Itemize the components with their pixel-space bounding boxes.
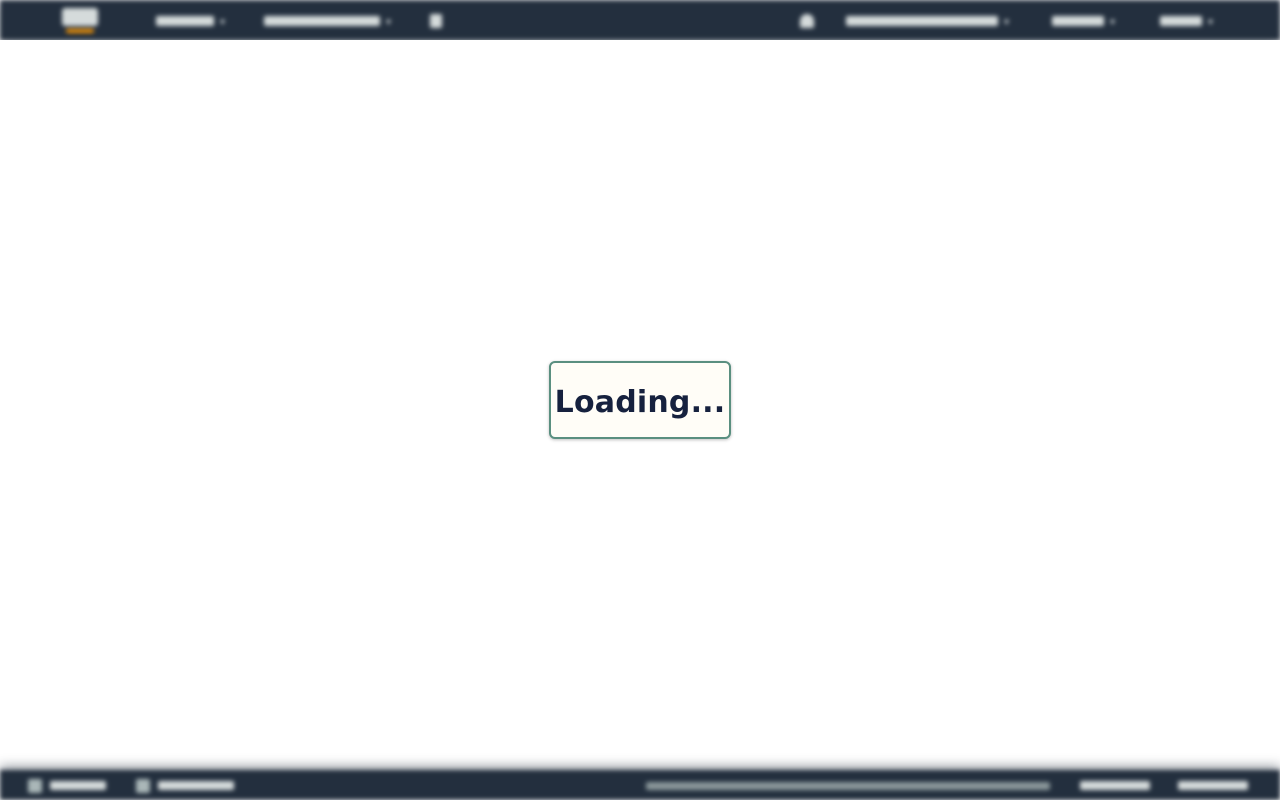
feedback-link[interactable] (28, 778, 118, 793)
account-label-placeholder (846, 16, 998, 27)
language-label-placeholder (158, 781, 234, 791)
services-label-placeholder (156, 16, 214, 27)
loading-text: Loading... (554, 384, 726, 420)
region-menu[interactable]: ▾ (1052, 12, 1122, 28)
resource-groups-menu[interactable]: ▾ (264, 12, 404, 28)
chevron-down-icon: ▾ (1110, 17, 1116, 28)
support-menu[interactable]: ▾ (1160, 12, 1220, 28)
feedback-label-placeholder (50, 781, 106, 791)
pin-shape (430, 14, 442, 29)
copyright-text (646, 778, 1056, 792)
brand-logo-icon[interactable] (60, 6, 102, 34)
feedback-icon (28, 778, 42, 793)
chevron-down-icon: ▾ (220, 17, 226, 28)
resource-groups-label-placeholder (264, 16, 380, 27)
loading-indicator: Loading... (549, 361, 731, 439)
chevron-down-icon: ▾ (1004, 17, 1010, 28)
globe-icon (136, 778, 150, 793)
support-label-placeholder (1160, 16, 1202, 27)
logo-smile (66, 29, 94, 33)
terms-of-use-link[interactable] (1178, 778, 1250, 792)
chevron-down-icon: ▾ (1208, 17, 1214, 28)
privacy-policy-link[interactable] (1080, 778, 1152, 792)
account-menu[interactable]: ▾ (846, 12, 1016, 28)
chevron-down-icon: ▾ (386, 17, 392, 28)
region-label-placeholder (1052, 16, 1104, 27)
terms-label-placeholder (1178, 781, 1248, 791)
bell-shape (800, 14, 814, 29)
language-selector[interactable] (136, 778, 246, 793)
top-navigation-bar: ▾ ▾ ▾ ▾ ▾ (0, 0, 1280, 40)
logo-mark (62, 8, 98, 26)
bell-icon[interactable] (800, 12, 818, 29)
copyright-placeholder (646, 781, 1050, 790)
privacy-label-placeholder (1080, 781, 1150, 791)
footer-bar (0, 770, 1280, 800)
pin-icon[interactable] (430, 12, 446, 29)
services-menu[interactable]: ▾ (156, 12, 236, 28)
